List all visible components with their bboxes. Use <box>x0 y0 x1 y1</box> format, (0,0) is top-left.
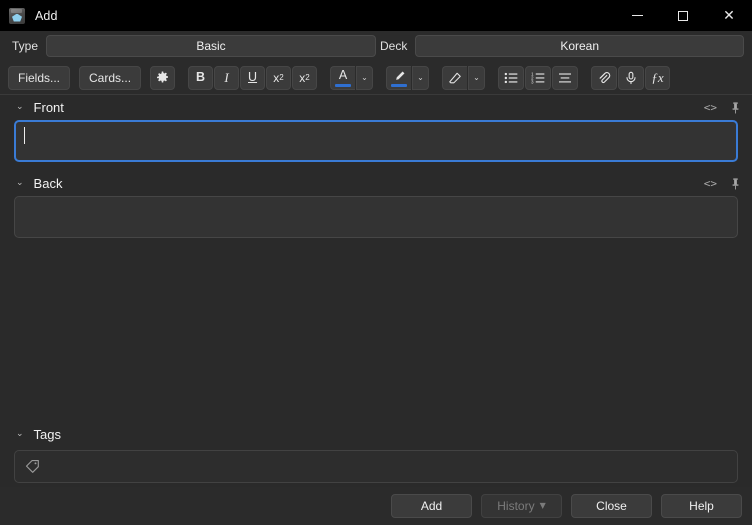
help-button-label: Help <box>689 499 714 513</box>
title-bar: Add ✕ <box>0 0 752 31</box>
attach-media-button[interactable] <box>591 66 617 90</box>
toolbar-group-text-color: A ⌄ <box>330 66 373 90</box>
close-icon: ✕ <box>723 9 735 23</box>
collapse-chevron-icon[interactable]: ⌄ <box>16 179 24 188</box>
history-button-label: History <box>497 499 534 513</box>
equation-button[interactable]: ƒx <box>645 66 670 90</box>
field-label-back: Back <box>34 176 63 191</box>
collapse-chevron-icon[interactable]: ⌄ <box>16 430 24 439</box>
deck-label: Deck <box>376 39 415 53</box>
field-header-icons: <> <box>704 178 740 190</box>
text-color-dropdown[interactable]: ⌄ <box>356 66 373 90</box>
unordered-list-icon <box>504 72 518 84</box>
field-input-back[interactable] <box>14 196 738 238</box>
superscript-exponent: 2 <box>279 74 283 82</box>
equation-label: ƒx <box>651 71 663 84</box>
ordered-list-icon: 1 2 3 <box>531 72 545 84</box>
subscript-button[interactable]: x2 <box>292 66 317 90</box>
text-align-button[interactable] <box>552 66 578 90</box>
add-button[interactable]: Add <box>391 494 472 518</box>
dialog-button-bar: Add History ▼ Close Help <box>0 487 752 525</box>
underline-button[interactable]: U <box>240 66 265 90</box>
maximize-icon <box>678 11 688 21</box>
notetype-selector: Type Basic <box>8 35 376 57</box>
minimize-icon <box>632 15 643 16</box>
add-button-label: Add <box>421 499 442 513</box>
microphone-icon <box>624 71 638 85</box>
chevron-down-icon: ▼ <box>540 501 546 510</box>
tags-input[interactable] <box>14 450 738 483</box>
settings-button[interactable] <box>150 66 175 90</box>
notetype-button[interactable]: Basic <box>46 35 376 57</box>
highlight-color-button[interactable] <box>386 66 411 90</box>
fields-filler <box>0 238 752 420</box>
paperclip-icon <box>597 71 611 85</box>
window-title: Add <box>35 9 58 23</box>
type-label: Type <box>8 39 46 53</box>
close-dialog-button[interactable]: Close <box>571 494 652 518</box>
toolbar-group-format: B I U x2 x2 <box>188 66 317 90</box>
help-button[interactable]: Help <box>661 494 742 518</box>
close-dialog-button-label: Close <box>596 499 627 513</box>
italic-button[interactable]: I <box>214 66 239 90</box>
bold-button[interactable]: B <box>188 66 213 90</box>
svg-text:3: 3 <box>531 79 534 83</box>
unordered-list-button[interactable] <box>498 66 524 90</box>
field-header-back[interactable]: ⌄ Back <> <box>0 171 752 196</box>
tags-label: Tags <box>34 427 61 442</box>
tags-header[interactable]: ⌄ Tags <box>0 422 752 447</box>
cards-button[interactable]: Cards... <box>79 66 141 90</box>
tag-icon <box>25 459 40 474</box>
field-header-front[interactable]: ⌄ Front <> <box>0 95 752 120</box>
toolbar-group-lists: 1 2 3 <box>498 66 578 90</box>
field-spacer <box>0 162 752 171</box>
toolbar-group-note: Fields... Cards... <box>8 66 175 90</box>
subscript-index: 2 <box>305 74 309 82</box>
collapse-chevron-icon[interactable]: ⌄ <box>16 103 24 112</box>
fields-button[interactable]: Fields... <box>8 66 70 90</box>
html-editor-icon[interactable]: <> <box>704 102 717 113</box>
pin-icon[interactable] <box>731 102 740 114</box>
ordered-list-button[interactable]: 1 2 3 <box>525 66 551 90</box>
fields-area: ⌄ Front <> ⌄ Back <box>0 95 752 487</box>
record-audio-button[interactable] <box>618 66 644 90</box>
text-caret <box>24 127 25 144</box>
maximize-button[interactable] <box>660 0 706 31</box>
remove-formatting-dropdown[interactable]: ⌄ <box>468 66 485 90</box>
chevron-down-icon: ⌄ <box>361 74 368 82</box>
field-header-icons: <> <box>704 102 740 114</box>
highlighter-icon <box>393 71 406 84</box>
field-input-front[interactable] <box>14 120 738 162</box>
close-button[interactable]: ✕ <box>706 0 752 31</box>
deck-selector: Deck Korean <box>376 35 744 57</box>
field-label-front: Front <box>34 100 64 115</box>
editor-toolbar: Fields... Cards... B I U x2 <box>0 61 752 95</box>
text-color-swatch <box>335 84 351 87</box>
gear-icon <box>156 71 169 84</box>
window-controls: ✕ <box>614 0 752 31</box>
toolbar-group-media: ƒx <box>591 66 670 90</box>
toolbar-group-eraser: ⌄ <box>442 66 485 90</box>
pin-icon[interactable] <box>731 178 740 190</box>
anki-icon <box>9 8 25 24</box>
superscript-button[interactable]: x2 <box>266 66 291 90</box>
chevron-down-icon: ⌄ <box>417 74 424 82</box>
minimize-button[interactable] <box>614 0 660 31</box>
chevron-down-icon: ⌄ <box>473 74 480 82</box>
history-button[interactable]: History ▼ <box>481 494 562 518</box>
eraser-icon <box>448 71 462 85</box>
notetype-deck-row: Type Basic Deck Korean <box>0 31 752 61</box>
text-color-label: A <box>339 69 347 82</box>
text-align-icon <box>558 72 572 84</box>
remove-formatting-button[interactable] <box>442 66 467 90</box>
add-note-window: Add ✕ Type Basic Deck Korean Fields... <box>0 0 752 525</box>
highlight-color-dropdown[interactable]: ⌄ <box>412 66 429 90</box>
html-editor-icon[interactable]: <> <box>704 178 717 189</box>
highlight-color-swatch <box>391 84 407 87</box>
text-color-button[interactable]: A <box>330 66 355 90</box>
toolbar-group-highlight: ⌄ <box>386 66 429 90</box>
deck-button[interactable]: Korean <box>415 35 744 57</box>
